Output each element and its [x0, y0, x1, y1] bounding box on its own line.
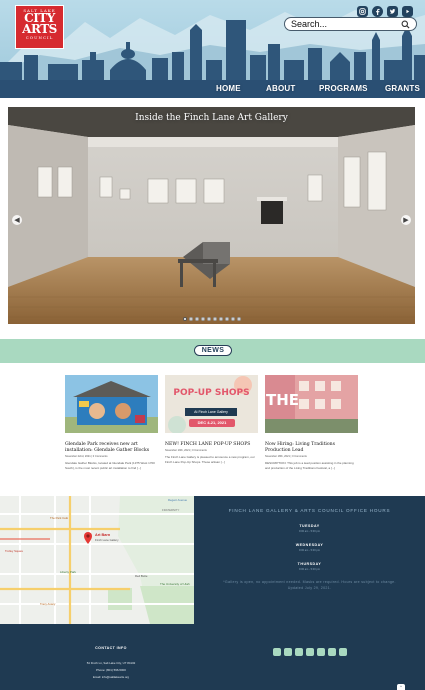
header-social-icons [357, 6, 413, 17]
slider-dot[interactable] [230, 317, 235, 321]
site-logo[interactable]: SALT LAKE CITY ARTS COUNCIL [15, 5, 64, 49]
slider-dot[interactable] [200, 317, 205, 321]
map-label: Regent Avenue [168, 498, 188, 502]
twitter-icon[interactable] [295, 648, 303, 656]
contact-phone[interactable]: Phone: (801) 596-5000 [60, 668, 162, 672]
contact-title: CONTACT INFO [95, 646, 127, 650]
news-comments[interactable]: 0 Comments [192, 449, 207, 452]
hours-day: TUESDAY [299, 524, 320, 528]
news-title[interactable]: Glendale Park receives new art installat… [65, 442, 158, 454]
hours-day: WEDNESDAY [295, 543, 324, 547]
map-pin-sublabel: Finch Lane Gallery [95, 538, 119, 542]
phone-icon[interactable] [339, 648, 347, 656]
map-label: Trolley Square [5, 549, 24, 553]
map-label: The Park Café [50, 516, 69, 520]
facebook-icon[interactable] [372, 6, 383, 17]
nav-grants[interactable]: GRANTS [385, 84, 420, 93]
hours-time: 9:00 am - 5:00 pm [298, 549, 321, 552]
news-date: November 19th, 2021 [165, 449, 190, 452]
nav-about[interactable]: ABOUT [266, 84, 295, 93]
slider-dot[interactable] [224, 317, 229, 321]
nav-home[interactable]: HOME [216, 84, 241, 93]
slider-dot[interactable] [218, 317, 223, 321]
popup-title-text: POP-UP SHOPS [173, 388, 250, 398]
slider-dot[interactable] [206, 317, 211, 321]
slider-prev-button[interactable]: ◀ [12, 215, 22, 225]
slider-dot[interactable] [182, 317, 187, 321]
hours-time: 9:00 am - 5:00 pm [298, 568, 321, 571]
news-date: November 22nd, 2021 [65, 455, 91, 458]
hero-slider[interactable]: Inside the Finch Lane Art Gallery ◀ ▶ [8, 107, 415, 324]
hiring-image-text: THE [266, 391, 300, 409]
search-box[interactable] [284, 17, 417, 31]
map-label: Tracy Aviary [40, 602, 56, 606]
news-image[interactable]: POP-UP SHOPS At Finch Lane Gallery DEC 4… [165, 375, 258, 433]
flickr-icon[interactable] [328, 648, 336, 656]
news-comments[interactable]: 0 Comments [292, 455, 307, 458]
search-input[interactable] [291, 19, 401, 29]
news-meta: November 18th, 2021 | 0 Comments [265, 455, 307, 458]
contact-address: 54 Finch Ln, Salt Lake City, UT 84102 [86, 661, 136, 665]
youtube-icon[interactable] [306, 648, 314, 656]
news-image[interactable] [65, 375, 158, 433]
main-nav: HOME ABOUT PROGRAMS GRANTS [0, 82, 425, 98]
location-map[interactable]: Art Barn Finch Lane Gallery Regent Avenu… [0, 496, 194, 624]
map-label: The University of Utah [160, 582, 190, 586]
gallery-photo [8, 107, 415, 324]
office-hours: FINCH LANE GALLERY & ARTS COUNCIL OFFICE… [194, 496, 425, 624]
slider-pagination [8, 317, 415, 321]
slider-dot[interactable] [188, 317, 193, 321]
news-band: NEWS [0, 339, 425, 363]
news-meta: November 19th, 2021 | 0 Comments [165, 449, 207, 452]
chevron-right-icon: ▶ [403, 217, 409, 224]
instagram-icon[interactable] [357, 6, 368, 17]
news-excerpt: DESCRIPTION: This job is a lead position… [265, 461, 354, 470]
podcast-icon[interactable] [317, 648, 325, 656]
logo-line-3: ARTS [22, 22, 57, 36]
search-icon[interactable] [401, 20, 410, 29]
facebook-icon[interactable] [273, 648, 281, 656]
news-item[interactable]: Glendale Park receives new art installat… [65, 375, 158, 471]
news-item[interactable]: POP-UP SHOPS At Finch Lane Gallery DEC 4… [165, 375, 258, 465]
news-meta: November 22nd, 2021 | 0 Comments [65, 455, 108, 458]
slider-next-button[interactable]: ▶ [401, 215, 411, 225]
news-item[interactable]: THE Now Hiring: Living Traditions Produc… [265, 375, 358, 471]
nav-programs[interactable]: PROGRAMS [319, 84, 368, 93]
scroll-to-top-button[interactable]: ^ [397, 684, 405, 690]
hours-time: 9:00 am - 5:00 pm [298, 530, 321, 533]
map-pin-label: Art Barn [95, 533, 111, 537]
site-header: SALT LAKE CITY ARTS COUNCIL HOME ABOUT P… [0, 0, 425, 98]
map-label: FRATERNITY [162, 508, 180, 512]
slider-dot[interactable] [194, 317, 199, 321]
news-title[interactable]: Now Hiring: Living Traditions Production… [265, 442, 358, 454]
news-excerpt: The Finch Lane Gallery is pleased to ann… [165, 455, 255, 464]
news-heading: NEWS [194, 345, 232, 356]
popup-subtitle-text: At Finch Lane Gallery [194, 410, 228, 414]
chevron-up-icon: ^ [400, 684, 402, 689]
map-label: Liberty Park [60, 570, 77, 574]
map-label: Red Butte [135, 574, 148, 578]
hours-title: FINCH LANE GALLERY & ARTS COUNCIL OFFICE… [228, 508, 391, 513]
slider-dot[interactable] [212, 317, 217, 321]
popup-date-text: DEC 4-21, 2021 [197, 420, 227, 425]
hours-note: *Gallery is open, no appointment needed.… [223, 580, 396, 590]
news-image[interactable]: THE [265, 375, 358, 433]
chevron-left-icon: ◀ [14, 217, 20, 224]
footer-social-icons [273, 648, 347, 656]
site-footer: CONTACT INFO 54 Finch Ln, Salt Lake City… [0, 624, 425, 690]
news-excerpt: Glendale Gather Blocks, located at Glend… [65, 461, 155, 470]
slider-dot[interactable] [236, 317, 241, 321]
twitter-icon[interactable] [387, 6, 398, 17]
page: { "header": { "logo": {"line1": "SALT LA… [0, 0, 425, 690]
news-date: November 18th, 2021 [265, 455, 290, 458]
instagram-icon[interactable] [284, 648, 292, 656]
contact-email[interactable]: Email: info@saltlakearts.org [60, 675, 162, 679]
news-comments[interactable]: 0 Comments [93, 455, 108, 458]
hours-day: THURSDAY [297, 562, 322, 566]
news-title[interactable]: NEW! FINCH LANE POP-UP SHOPS [165, 442, 258, 448]
slide-caption: Inside the Finch Lane Art Gallery [135, 113, 288, 123]
youtube-icon[interactable] [402, 6, 413, 17]
